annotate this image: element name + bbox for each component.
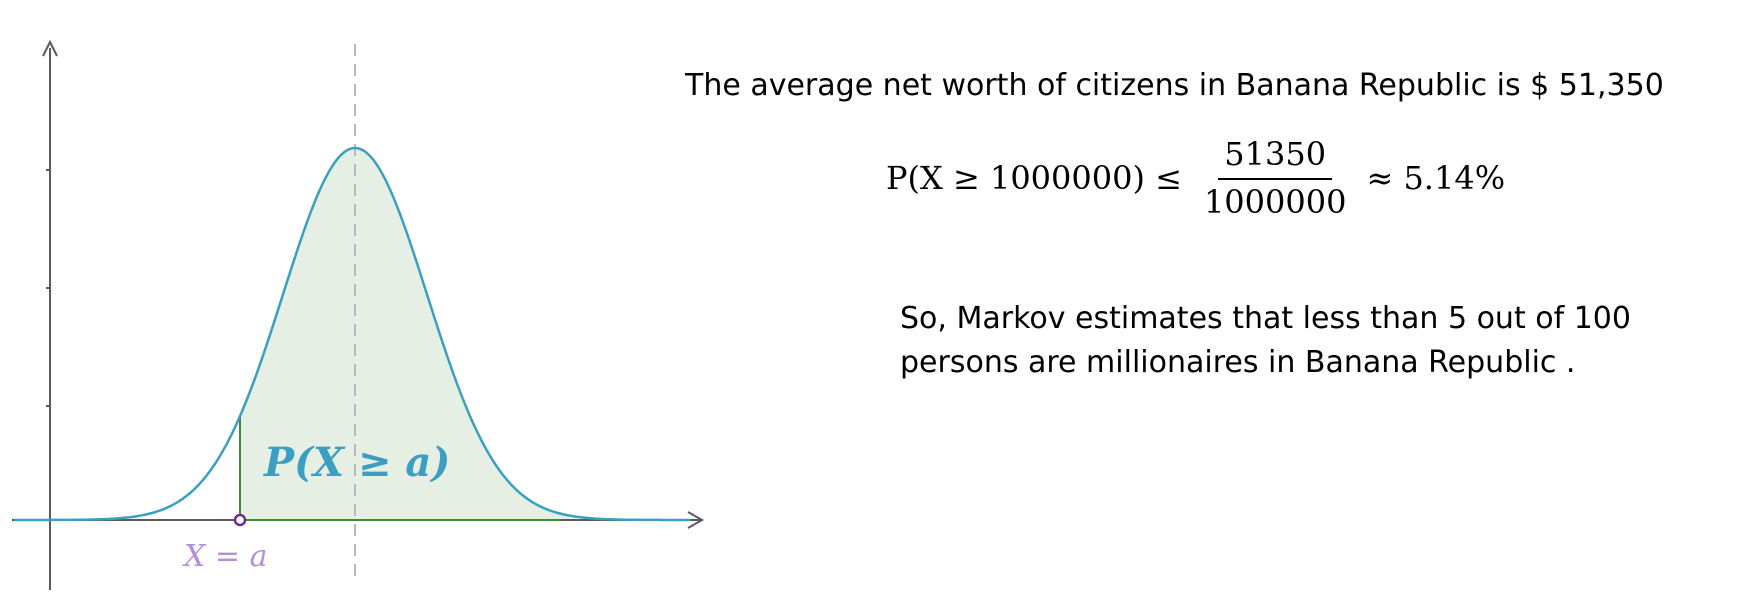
normal-distribution-diagram: P(X ≥ a) X = a xyxy=(12,39,705,590)
markov-conclusion-text: So, Markov estimates that less than 5 ou… xyxy=(900,297,1631,385)
x-equals-a-point-marker xyxy=(233,513,247,527)
x-equals-a-label: X = a xyxy=(182,539,267,574)
formula-fraction: 51350 1000000 xyxy=(1198,136,1353,220)
average-net-worth-statement: The average net worth of citizens in Ban… xyxy=(685,68,1664,103)
tail-probability-label: P(X ≥ a) xyxy=(263,439,450,486)
formula-numerator: 51350 xyxy=(1218,136,1333,180)
formula-denominator: 1000000 xyxy=(1203,183,1347,221)
markov-inequality-formula: P(X ≥ 1000000) ≤ 51350 1000000 ≈ 5.14% xyxy=(886,136,1505,220)
formula-left-side: P(X ≥ 1000000) ≤ xyxy=(886,159,1182,197)
conclusion-line-2: persons are millionaires in Banana Repub… xyxy=(900,345,1576,380)
conclusion-line-1: So, Markov estimates that less than 5 ou… xyxy=(900,301,1631,336)
formula-right-side: ≈ 5.14% xyxy=(1366,159,1506,197)
